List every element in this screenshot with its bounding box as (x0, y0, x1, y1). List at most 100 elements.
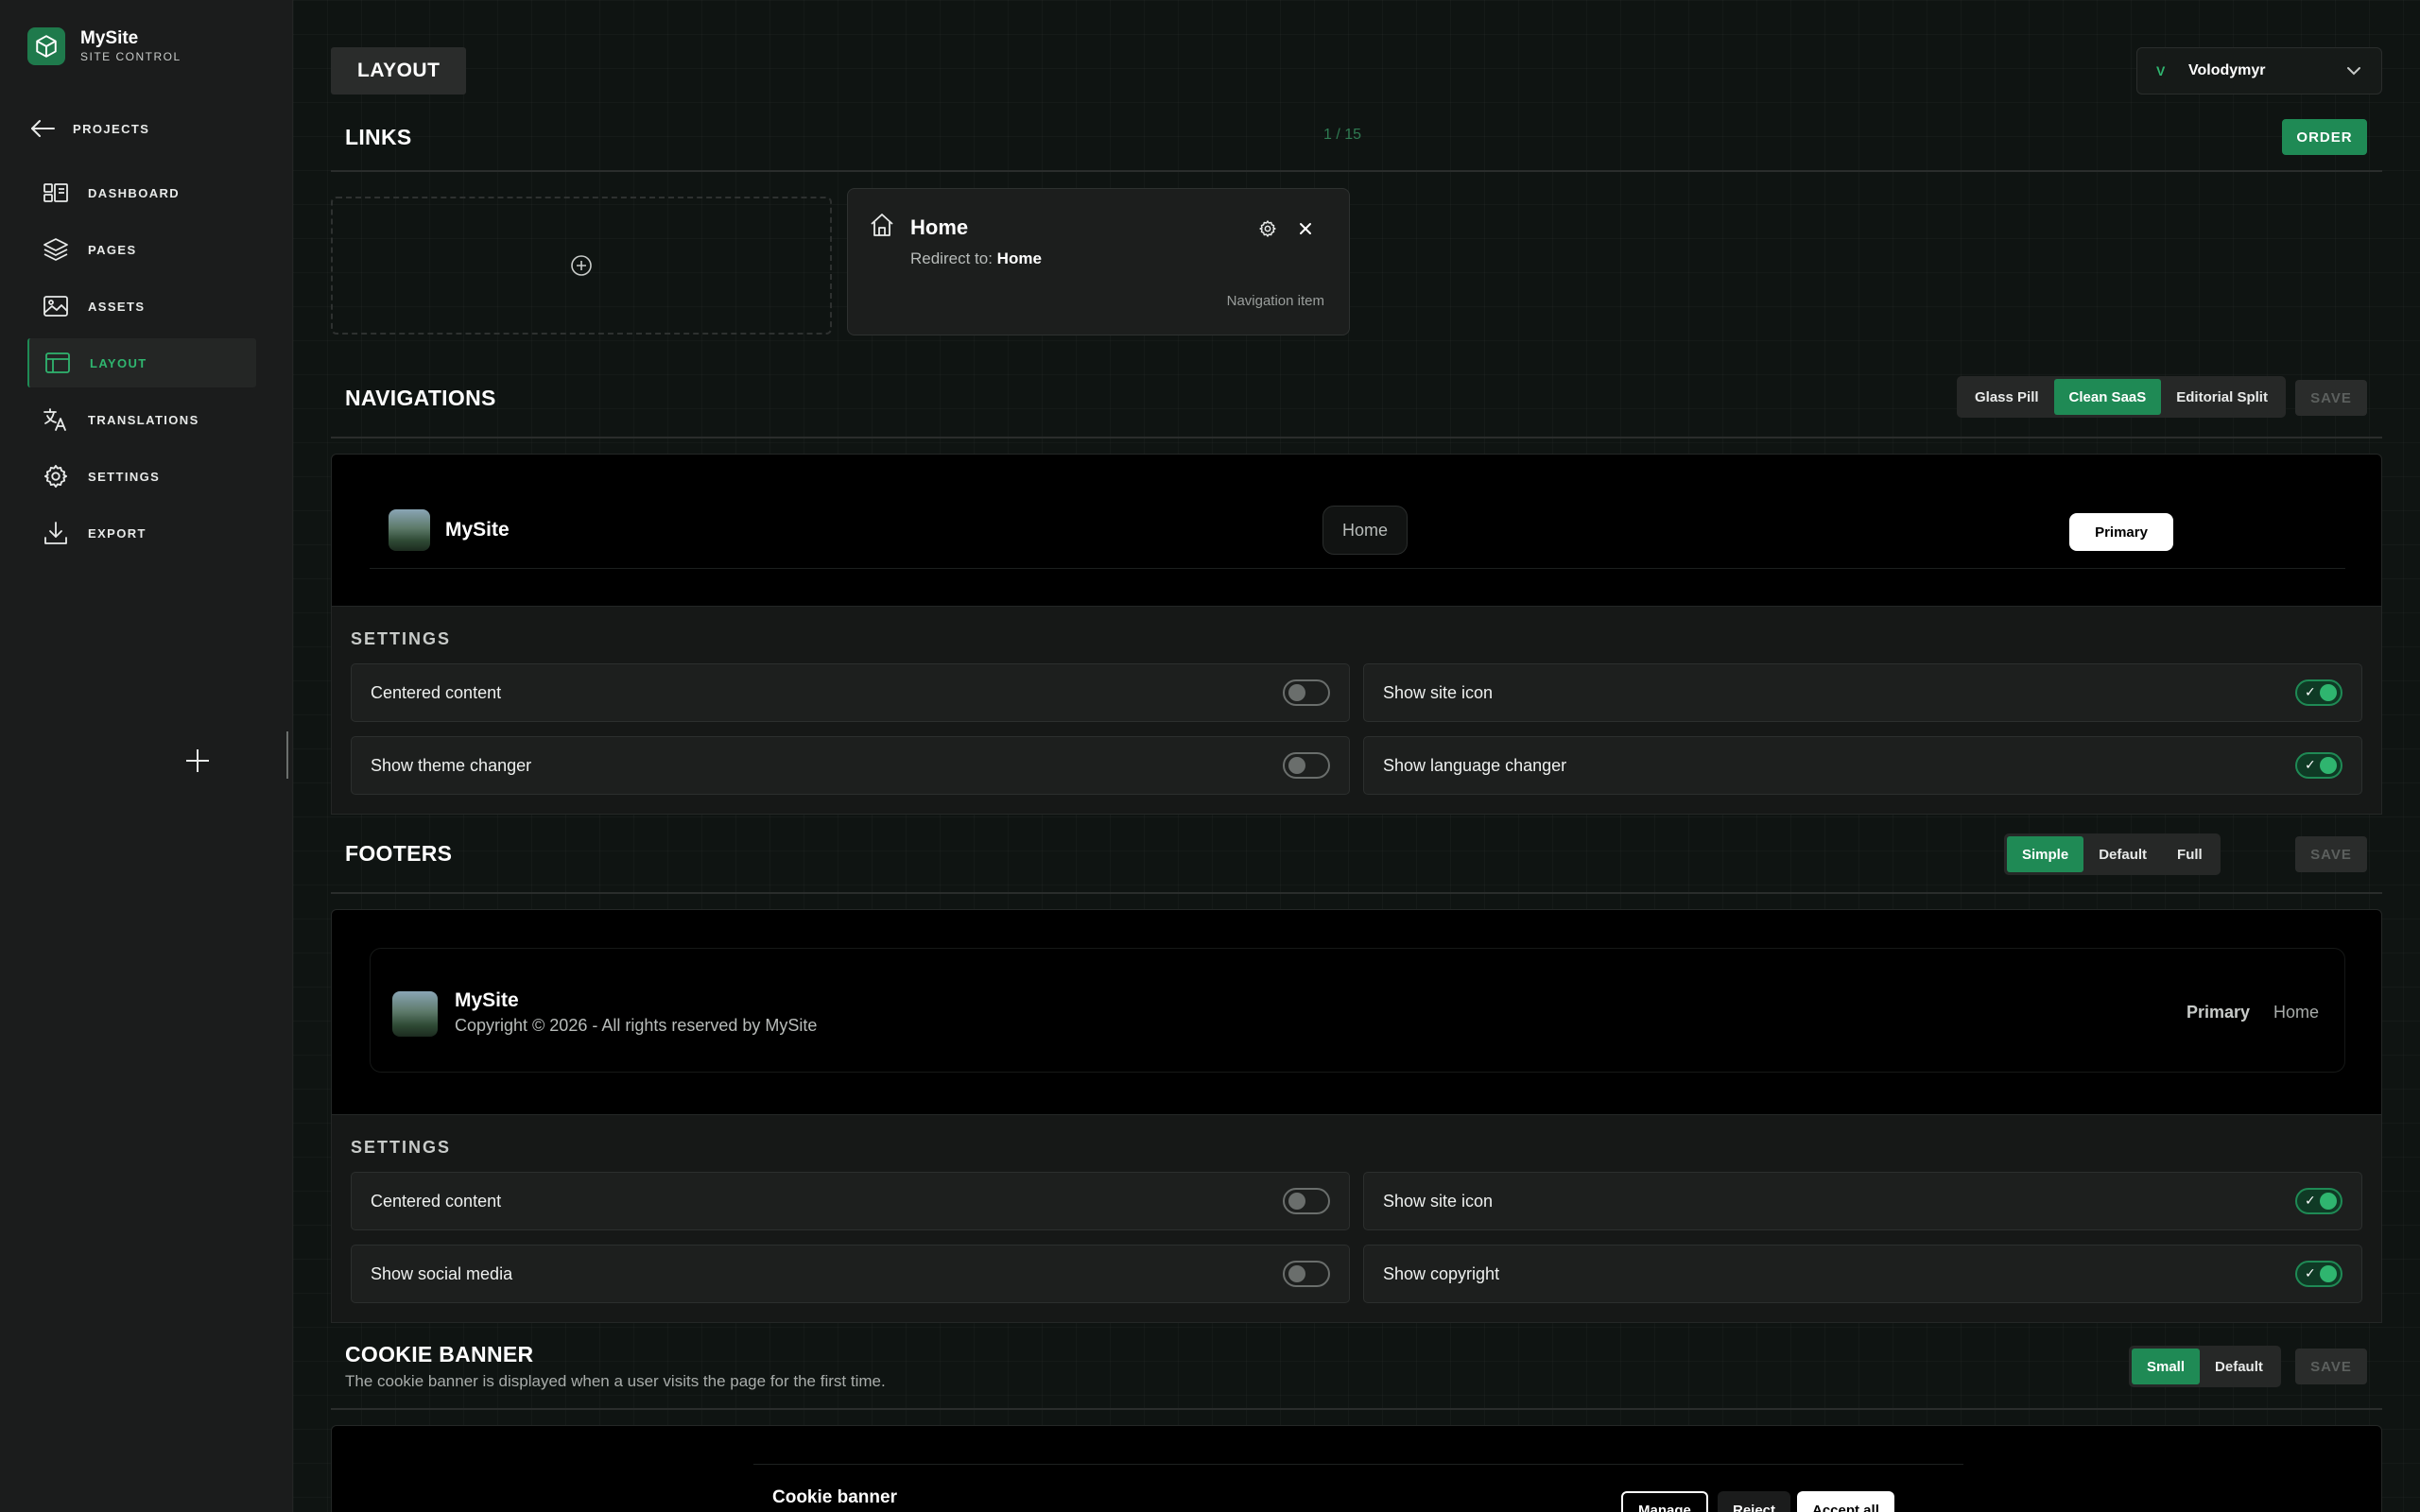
cookie-style-switch: Small Default (2129, 1346, 2281, 1387)
cookie-save-button[interactable]: SAVE (2295, 1349, 2367, 1384)
links-divider (331, 170, 2382, 172)
footer-preview: MySite Copyright © 2026 - All rights res… (331, 909, 2382, 1115)
back-to-projects-link[interactable]: PROJECTS (29, 117, 149, 140)
show-copyright-toggle[interactable]: ✓ (2295, 1261, 2342, 1287)
redirect-prefix: Redirect to: (910, 249, 993, 267)
setting-label: Show language changer (1383, 755, 1567, 775)
link-settings-gear-icon[interactable] (1258, 219, 1277, 243)
show-language-changer-toggle[interactable]: ✓ (2295, 752, 2342, 779)
brand-subtitle: SITE CONTROL (80, 50, 182, 63)
cookie-accept-button[interactable]: Accept all (1797, 1491, 1894, 1512)
footers-save-button[interactable]: SAVE (2295, 836, 2367, 872)
setting-label: Centered content (371, 1191, 502, 1211)
main-content: LAYOUT V Volodymyr LINKS 1 / 15 ORDER Ho… (293, 0, 2420, 1512)
cookie-style-small[interactable]: Small (2132, 1349, 2201, 1384)
show-site-icon-toggle[interactable]: ✓ (2295, 679, 2342, 706)
navigation-style-switch: Glass Pill Clean SaaS Editorial Split (1957, 376, 2286, 418)
show-social-media-toggle[interactable] (1283, 1261, 1330, 1287)
sidebar-item-layout[interactable]: LAYOUT (27, 338, 256, 387)
show-theme-changer-toggle[interactable] (1283, 752, 1330, 779)
nav-preview-site-name: MySite (445, 519, 510, 541)
navigations-divider (331, 437, 2382, 438)
back-link-label: PROJECTS (73, 121, 150, 136)
translate-icon (43, 406, 69, 433)
centered-content-toggle[interactable] (1283, 679, 1330, 706)
nav-setting-show-language-changer: Show language changer ✓ (1363, 736, 2362, 795)
avatar: V (2156, 63, 2166, 78)
brand[interactable]: MySite SITE CONTROL (27, 27, 182, 65)
cookie-banner-description: The cookie banner is displayed when a us… (345, 1372, 886, 1390)
cookie-preview-title: Cookie banner (772, 1487, 897, 1507)
nav-style-editorial-split[interactable]: Editorial Split (2161, 379, 2283, 415)
image-icon (43, 293, 69, 319)
nav-preview-home-link[interactable]: Home (1322, 506, 1409, 555)
setting-label: Show theme changer (371, 755, 532, 775)
sidebar-item-assets[interactable]: ASSETS (27, 282, 256, 331)
sidebar-item-export[interactable]: EXPORT (27, 508, 256, 558)
link-card-meta: Navigation item (1226, 293, 1324, 309)
link-card-title: Home (910, 215, 969, 239)
footers-divider (331, 892, 2382, 894)
footer-preview-frame (370, 948, 2345, 1073)
check-icon: ✓ (2305, 757, 2316, 772)
setting-label: Show social media (371, 1263, 513, 1283)
close-icon[interactable] (1296, 219, 1315, 243)
check-icon: ✓ (2305, 684, 2316, 699)
cookie-reject-button[interactable]: Reject (1718, 1491, 1791, 1512)
cookie-banner-title: COOKIE BANNER (345, 1342, 534, 1366)
setting-label: Centered content (371, 682, 502, 702)
nav-setting-centered-content: Centered content (351, 663, 1350, 722)
footer-preview-link-primary[interactable]: Primary (2187, 1003, 2250, 1022)
sidebar-resize-handle[interactable] (286, 731, 288, 779)
nav-style-glass-pill[interactable]: Glass Pill (1960, 379, 2054, 415)
order-button[interactable]: ORDER (2282, 119, 2367, 155)
setting-label: Show copyright (1383, 1263, 1500, 1283)
footer-style-full[interactable]: Full (2162, 836, 2218, 872)
user-name: Volodymyr (2188, 62, 2266, 78)
setting-label: Show site icon (1383, 1191, 1494, 1211)
footer-preview-site-name: MySite (455, 989, 519, 1011)
check-icon: ✓ (2305, 1193, 2316, 1208)
footer-preview-copyright: Copyright © 2026 - All rights reserved b… (455, 1016, 818, 1035)
sidebar-nav: DASHBOARD PAGES ASSETS LAYOUT TRANSLATIO… (27, 168, 256, 565)
sidebar-item-label: DASHBOARD (88, 185, 181, 200)
layout-icon (44, 350, 71, 376)
crosshair-cursor-icon (185, 748, 210, 778)
cookie-style-default[interactable]: Default (2200, 1349, 2278, 1384)
nav-preview-primary-button[interactable]: Primary (2069, 513, 2173, 551)
download-icon (43, 520, 69, 546)
brand-name: MySite (80, 28, 139, 48)
user-select[interactable]: V Volodymyr (2136, 47, 2382, 94)
sidebar-item-translations[interactable]: TRANSLATIONS (27, 395, 256, 444)
links-title: LINKS (345, 125, 412, 149)
check-icon: ✓ (2305, 1265, 2316, 1280)
add-link-card[interactable] (331, 197, 832, 335)
navigation-settings: SETTINGS Centered content Show site icon… (331, 607, 2382, 815)
footer-preview-link-home[interactable]: Home (2273, 1003, 2319, 1022)
footer-setting-show-site-icon: Show site icon ✓ (1363, 1172, 2362, 1230)
sidebar-item-dashboard[interactable]: DASHBOARD (27, 168, 256, 217)
footer-style-default[interactable]: Default (2083, 836, 2162, 872)
cube-logo-icon (27, 27, 65, 65)
footer-settings: SETTINGS Centered content Show site icon… (331, 1115, 2382, 1323)
footer-setting-centered-content: Centered content (351, 1172, 1350, 1230)
arrow-left-icon (31, 120, 55, 137)
footer-show-site-icon-toggle[interactable]: ✓ (2295, 1188, 2342, 1214)
cookie-manage-button[interactable]: Manage (1621, 1491, 1708, 1512)
navigations-save-button[interactable]: SAVE (2295, 380, 2367, 416)
footer-style-simple[interactable]: Simple (2007, 836, 2084, 872)
sidebar-item-label: LAYOUT (90, 355, 147, 370)
sidebar-item-settings[interactable]: SETTINGS (27, 452, 256, 501)
layers-icon (43, 236, 69, 263)
nav-style-clean-saas[interactable]: Clean SaaS (2053, 379, 2162, 415)
setting-label: Show site icon (1383, 682, 1494, 702)
gear-icon (43, 463, 69, 490)
footer-style-switch: Simple Default Full (2004, 833, 2221, 875)
dashboard-icon (43, 180, 69, 206)
chevron-down-icon (2347, 67, 2360, 76)
sidebar-item-pages[interactable]: PAGES (27, 225, 256, 274)
page-title: LAYOUT (331, 47, 467, 94)
footer-centered-content-toggle[interactable] (1283, 1188, 1330, 1214)
link-card-home[interactable]: Home Redirect to: Home Navigation item (847, 188, 1350, 335)
redirect-target: Home (996, 249, 1042, 267)
